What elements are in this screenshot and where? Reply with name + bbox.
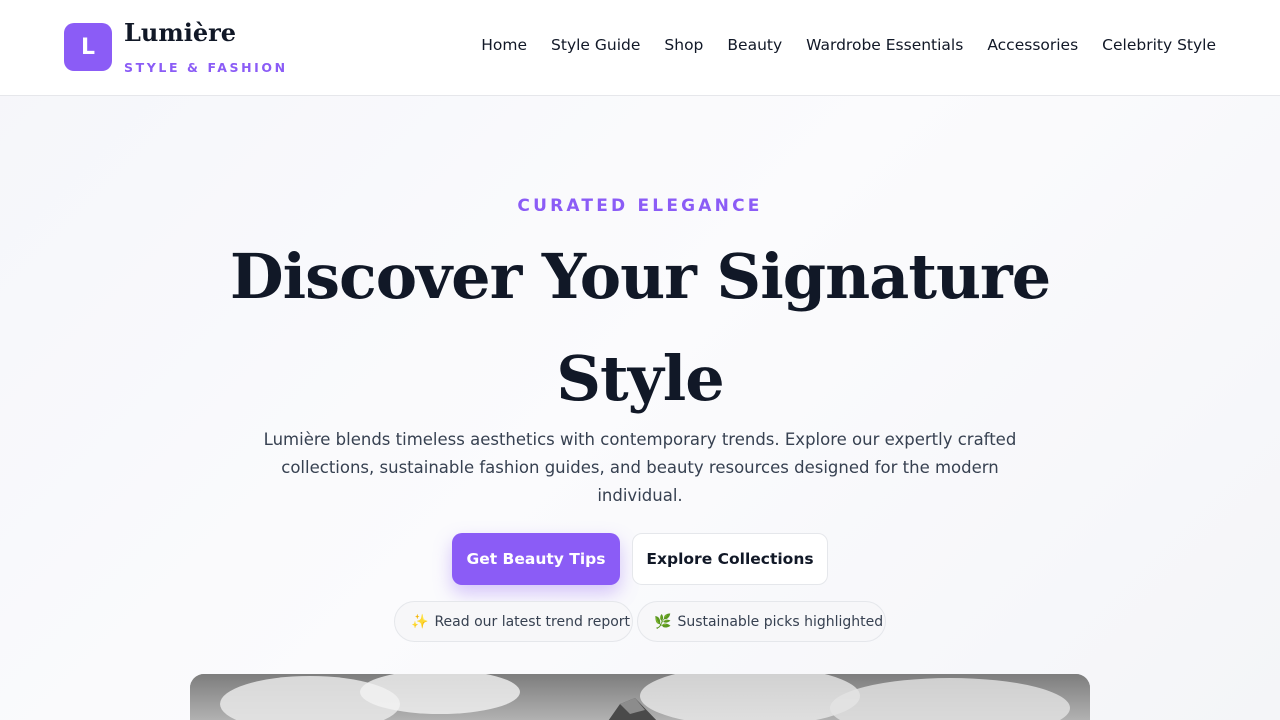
nav-item-home[interactable]: Home — [481, 36, 527, 54]
trend-report-chip[interactable]: ✨ Read our latest trend report — [394, 601, 633, 642]
logo-mark[interactable]: L — [64, 23, 112, 71]
chip-label: Read our latest trend report — [434, 613, 631, 630]
nav-item-style-guide[interactable]: Style Guide — [551, 36, 640, 54]
site-header: L Lumière STYLE & FASHION Home Style Gui… — [0, 0, 1280, 96]
brand-name[interactable]: Lumière — [124, 18, 236, 47]
hero-eyebrow: CURATED ELEGANCE — [517, 196, 763, 216]
leaf-icon: 🌿 — [654, 613, 672, 630]
nav-item-accessories[interactable]: Accessories — [987, 36, 1078, 54]
nav-item-celebrity-style[interactable]: Celebrity Style — [1102, 36, 1216, 54]
chip-label: Sustainable picks highlighted — [677, 613, 884, 630]
nav-item-shop[interactable]: Shop — [664, 36, 703, 54]
hero-headline: Discover Your Signature Style — [229, 240, 1051, 415]
get-beauty-tips-button[interactable]: Get Beauty Tips — [452, 533, 620, 585]
explore-collections-button[interactable]: Explore Collections — [632, 533, 828, 585]
main-nav: Home Style Guide Shop Beauty Wardrobe Es… — [481, 36, 1216, 54]
mountain-clouds-image — [190, 674, 1090, 720]
nav-item-beauty[interactable]: Beauty — [727, 36, 782, 54]
brand-tagline: STYLE & FASHION — [124, 60, 288, 75]
hero-image — [190, 674, 1090, 720]
nav-item-wardrobe-essentials[interactable]: Wardrobe Essentials — [806, 36, 963, 54]
sparkles-icon: ✨ — [411, 613, 429, 630]
hero-description: Lumière blends timeless aesthetics with … — [263, 430, 1017, 505]
sustainable-picks-chip[interactable]: 🌿 Sustainable picks highlighted — [637, 601, 886, 642]
